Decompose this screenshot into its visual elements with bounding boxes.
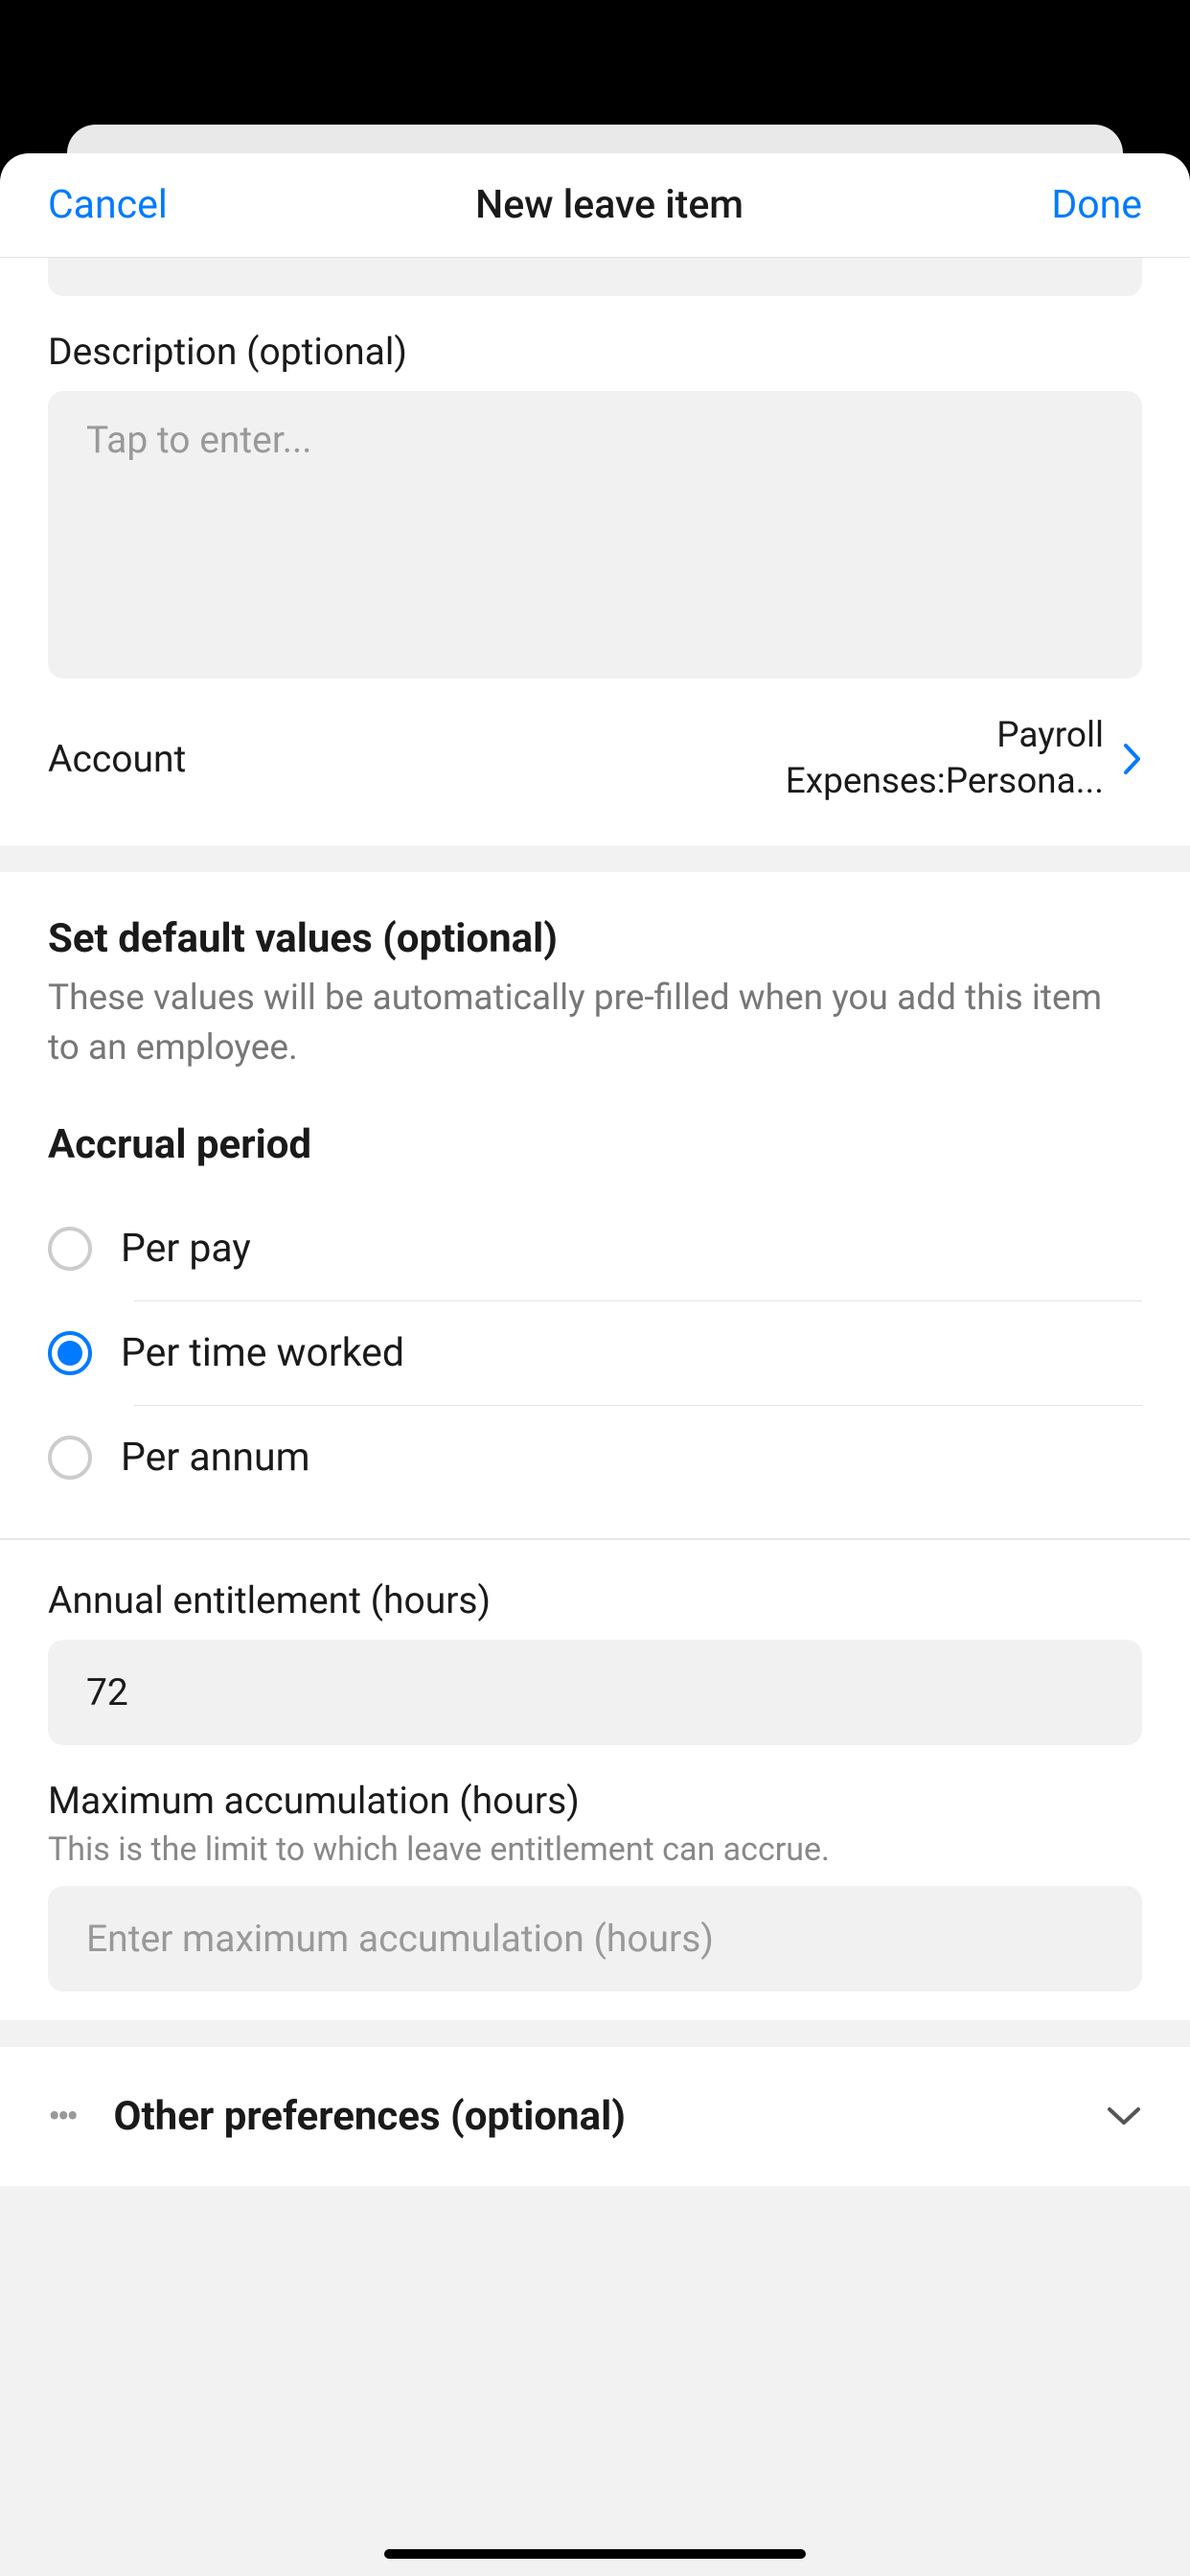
modal-header: Cancel New leave item Done (0, 153, 1190, 258)
chevron-right-icon (1123, 743, 1142, 775)
radio-circle-icon (48, 1227, 92, 1271)
radio-dot-icon (57, 1341, 82, 1366)
radio-per-annum[interactable]: Per annum (48, 1406, 1142, 1509)
prior-input-stub[interactable] (48, 258, 1142, 296)
account-right: Payroll Expenses:Persona... (701, 713, 1142, 805)
prefs-left: ••• Other preferences (optional) (48, 2093, 626, 2140)
section-gap (0, 2020, 1190, 2047)
max-accumulation-label: Maximum accumulation (hours) (48, 1779, 1142, 1823)
radio-label: Per pay (121, 1226, 251, 1272)
max-accumulation-subtext: This is the limit to which leave entitle… (48, 1830, 1142, 1869)
chevron-down-icon (1106, 2104, 1142, 2128)
radio-label: Per annum (121, 1435, 310, 1481)
section-gap (0, 845, 1190, 872)
accrual-radio-group: Per pay Per time worked Per annum (48, 1197, 1142, 1509)
radio-circle-selected-icon (48, 1331, 92, 1375)
radio-label: Per time worked (121, 1330, 404, 1376)
description-section: Description (optional) Account Payroll E… (0, 258, 1190, 845)
account-value: Payroll Expenses:Persona... (701, 713, 1104, 805)
annual-entitlement-label: Annual entitlement (hours) (48, 1578, 1142, 1622)
done-button[interactable]: Done (1051, 182, 1142, 228)
home-indicator (384, 2549, 806, 2559)
more-dots-icon: ••• (48, 2094, 76, 2139)
radio-per-time-worked[interactable]: Per time worked (48, 1301, 1142, 1405)
defaults-subtext: These values will be automatically pre-f… (48, 974, 1142, 1073)
radio-circle-icon (48, 1436, 92, 1480)
modal-title: New leave item (475, 182, 744, 228)
description-input[interactable] (48, 391, 1142, 678)
defaults-section: Set default values (optional) These valu… (0, 872, 1190, 1538)
bottom-spacer (0, 2186, 1190, 2296)
max-accumulation-input[interactable] (48, 1886, 1142, 1991)
radio-per-pay[interactable]: Per pay (48, 1197, 1142, 1300)
other-preferences-label: Other preferences (optional) (114, 2093, 626, 2140)
cancel-button[interactable]: Cancel (48, 182, 168, 228)
modal-sheet: Cancel New leave item Done Description (… (0, 153, 1190, 2576)
annual-entitlement-input[interactable] (48, 1640, 1142, 1745)
account-row[interactable]: Account Payroll Expenses:Persona... (48, 682, 1142, 816)
other-preferences-row[interactable]: ••• Other preferences (optional) (0, 2047, 1190, 2186)
defaults-heading: Set default values (optional) (48, 915, 1142, 962)
description-label: Description (optional) (48, 330, 1142, 374)
modal-body: Description (optional) Account Payroll E… (0, 258, 1190, 2576)
entitlement-section: Annual entitlement (hours) Maximum accum… (0, 1540, 1190, 2020)
accrual-heading: Accrual period (48, 1121, 1142, 1168)
account-label: Account (48, 737, 186, 781)
